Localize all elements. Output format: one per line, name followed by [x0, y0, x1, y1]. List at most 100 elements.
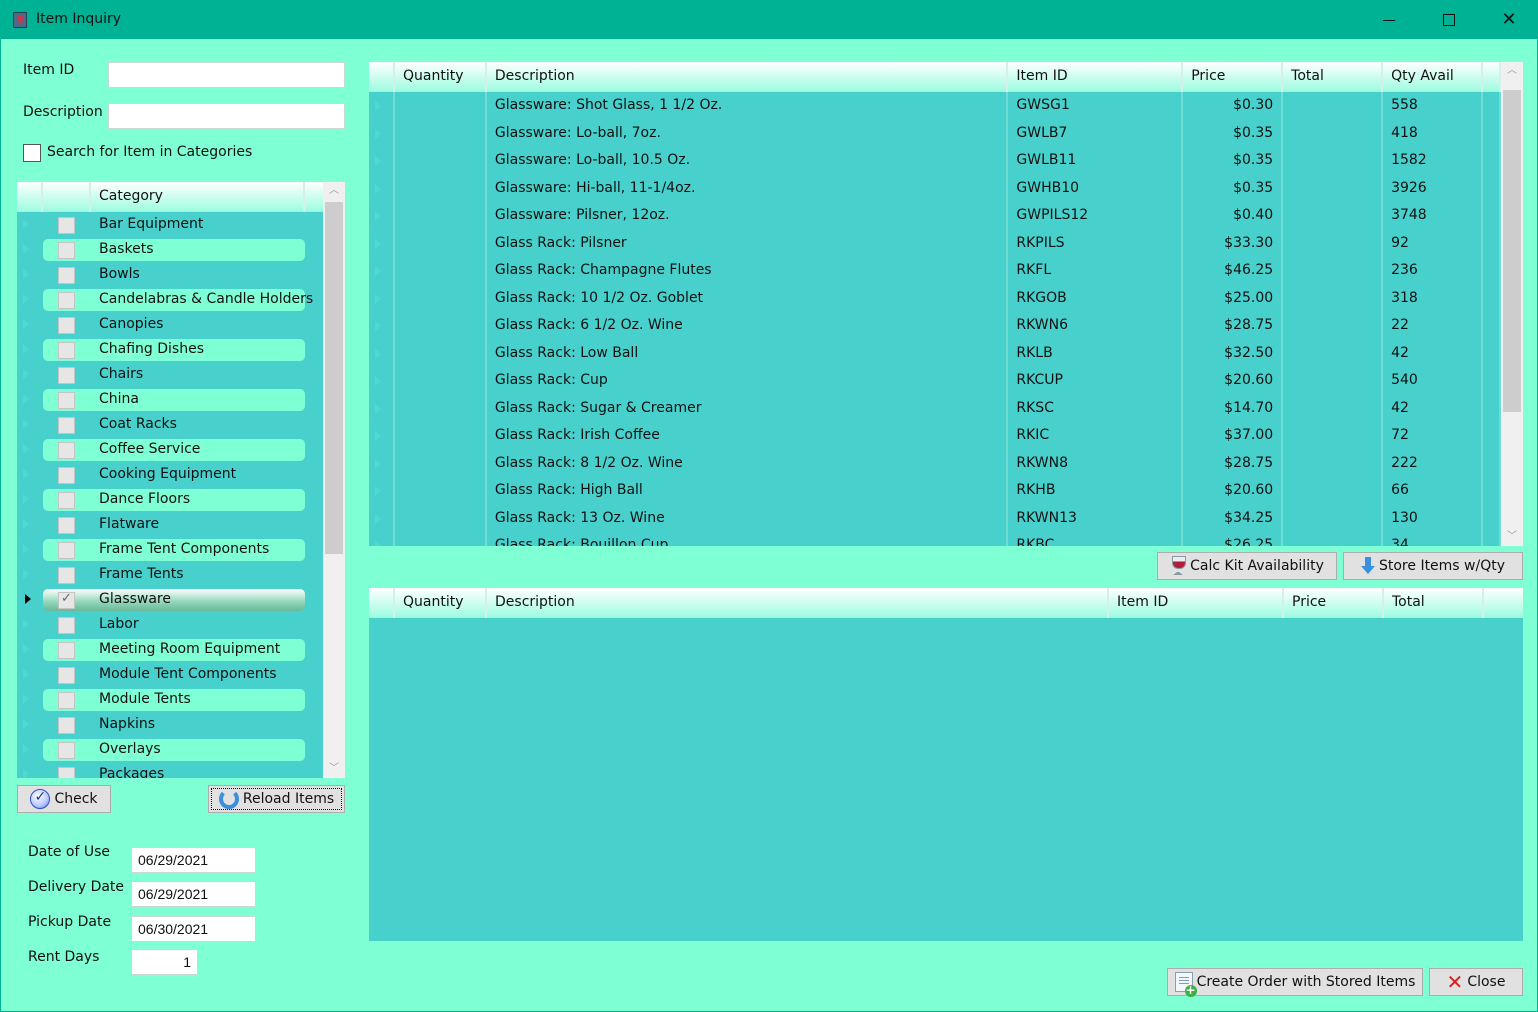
category-checkbox[interactable]	[58, 492, 75, 509]
calc-kit-availability-button[interactable]: Calc Kit Availability	[1157, 552, 1337, 580]
qty-avail-column-header[interactable]: Qty Avail	[1383, 62, 1483, 92]
category-checkbox[interactable]	[58, 292, 75, 309]
category-checkbox[interactable]	[58, 617, 75, 634]
quantity-cell[interactable]	[395, 422, 487, 450]
create-order-button[interactable]: Create Order with Stored Items	[1167, 968, 1423, 997]
quantity-cell[interactable]	[395, 312, 487, 340]
category-scrollbar[interactable]: ︿ ﹀	[323, 182, 345, 778]
category-checkbox[interactable]	[58, 342, 75, 359]
category-row[interactable]: Frame Tent Components	[17, 538, 323, 563]
category-checkbox[interactable]	[58, 217, 75, 234]
category-row[interactable]: Coat Racks	[17, 413, 323, 438]
window-close-button[interactable]: ✕	[1479, 1, 1538, 39]
item-row[interactable]: Glassware: Lo-ball, 7oz. GWLB7 $0.35 418	[369, 119, 1501, 147]
price-column-header[interactable]: Price	[1183, 62, 1284, 92]
quantity-column-header[interactable]: Quantity	[395, 62, 487, 92]
category-row[interactable]: Bowls	[17, 263, 323, 288]
item-row[interactable]: Glassware: Lo-ball, 10.5 Oz. GWLB11 $0.35 1…	[369, 147, 1501, 175]
category-checkbox[interactable]	[58, 392, 75, 409]
total-column-header[interactable]: Total	[1283, 62, 1384, 92]
category-checkbox[interactable]	[58, 642, 75, 659]
category-checkbox[interactable]	[58, 517, 75, 534]
category-checkbox[interactable]	[58, 367, 75, 384]
item-row[interactable]: Glass Rack: Champagne Flutes RKFL $46.25 23…	[369, 257, 1501, 285]
description-column-header[interactable]: Description	[487, 62, 1009, 92]
item-id-input[interactable]	[108, 62, 345, 88]
category-checkbox[interactable]	[58, 742, 75, 759]
category-row[interactable]: Cooking Equipment	[17, 463, 323, 488]
item-row[interactable]: Glass Rack: 10 1/2 Oz. Goblet RKGOB $25.00…	[369, 284, 1501, 312]
quantity-cell[interactable]	[395, 284, 487, 312]
maximize-button[interactable]	[1419, 1, 1479, 39]
items-scrollbar[interactable]: ︿ ﹀	[1501, 62, 1523, 546]
quantity-cell[interactable]	[395, 257, 487, 285]
reload-items-button[interactable]: Reload Items	[208, 785, 345, 813]
category-row[interactable]: Candelabras & Candle Holders	[17, 288, 323, 313]
category-checkbox[interactable]	[58, 417, 75, 434]
item-row[interactable]: Glassware: Hi-ball, 11-1/4oz. GWHB10 $0.35…	[369, 174, 1501, 202]
item-row[interactable]: Glass Rack: High Ball RKHB $20.60 66	[369, 477, 1501, 505]
category-checkbox[interactable]	[58, 767, 75, 778]
category-row[interactable]: Bar Equipment	[17, 213, 323, 238]
price-column-header[interactable]: Price	[1284, 588, 1384, 618]
quantity-cell[interactable]	[395, 367, 487, 395]
item-row[interactable]: Glass Rack: 6 1/2 Oz. Wine RKWN6 $28.75 22	[369, 312, 1501, 340]
category-column-header[interactable]: Category	[91, 182, 305, 212]
category-row[interactable]: Canopies	[17, 313, 323, 338]
category-row[interactable]: China	[17, 388, 323, 413]
item-row[interactable]: Glass Rack: 13 Oz. Wine RKWN13 $34.25 130	[369, 504, 1501, 532]
item-row[interactable]: Glass Rack: Cup RKCUP $20.60 540	[369, 367, 1501, 395]
scroll-up-icon[interactable]: ︿	[1501, 62, 1523, 80]
category-checkbox[interactable]	[58, 267, 75, 284]
scroll-thumb[interactable]	[325, 202, 343, 554]
quantity-cell[interactable]	[395, 119, 487, 147]
item-row[interactable]: Glassware: Pilsner, 12oz. GWPILS12 $0.40 37…	[369, 202, 1501, 230]
description-column-header[interactable]: Description	[487, 588, 1109, 618]
store-items-button[interactable]: Store Items w/Qty	[1343, 552, 1523, 580]
category-checkbox[interactable]	[58, 242, 75, 259]
category-checkbox[interactable]	[58, 591, 75, 609]
category-row[interactable]: Meeting Room Equipment	[17, 638, 323, 663]
minimize-button[interactable]	[1359, 1, 1419, 39]
item-id-column-header[interactable]: Item ID	[1109, 588, 1284, 618]
quantity-cell[interactable]	[395, 477, 487, 505]
category-row[interactable]: Packages	[17, 763, 323, 778]
description-input[interactable]	[108, 103, 345, 129]
category-row[interactable]: Frame Tents	[17, 563, 323, 588]
pickup-date-input[interactable]	[131, 916, 256, 942]
quantity-cell[interactable]	[395, 394, 487, 422]
quantity-cell[interactable]	[395, 339, 487, 367]
category-checkbox[interactable]	[58, 542, 75, 559]
quantity-cell[interactable]	[395, 147, 487, 175]
category-row[interactable]: Module Tents	[17, 688, 323, 713]
scroll-down-icon[interactable]: ﹀	[1501, 528, 1523, 546]
category-row[interactable]: Labor	[17, 613, 323, 638]
quantity-cell[interactable]	[395, 202, 487, 230]
category-checkbox[interactable]	[58, 717, 75, 734]
date-of-use-input[interactable]	[131, 847, 256, 873]
total-column-header[interactable]: Total	[1384, 588, 1484, 618]
scroll-up-icon[interactable]: ︿	[323, 182, 345, 200]
check-button[interactable]: Check	[17, 785, 111, 813]
scroll-thumb[interactable]	[1503, 90, 1521, 412]
category-checkbox[interactable]	[58, 567, 75, 584]
quantity-cell[interactable]	[395, 449, 487, 477]
item-row[interactable]: Glass Rack: Pilsner RKPILS $33.30 92	[369, 229, 1501, 257]
item-row[interactable]: Glass Rack: Bouillon Cup RKBC $26.25 34	[369, 532, 1501, 546]
category-row[interactable]: Coffee Service	[17, 438, 323, 463]
item-row[interactable]: Glass Rack: Low Ball RKLB $32.50 42	[369, 339, 1501, 367]
category-checkbox[interactable]	[58, 467, 75, 484]
category-row[interactable]: Chairs	[17, 363, 323, 388]
category-row[interactable]: Overlays	[17, 738, 323, 763]
item-row[interactable]: Glassware: Shot Glass, 1 1/2 Oz. GWSG1 $0.…	[369, 92, 1501, 120]
check-column-header[interactable]	[43, 182, 91, 212]
category-row[interactable]: Baskets	[17, 238, 323, 263]
quantity-cell[interactable]	[395, 174, 487, 202]
delivery-date-input[interactable]	[131, 881, 256, 907]
close-button[interactable]: ✕ Close	[1429, 968, 1523, 996]
quantity-cell[interactable]	[395, 532, 487, 546]
category-checkbox[interactable]	[58, 442, 75, 459]
item-row[interactable]: Glass Rack: Irish Coffee RKIC $37.00 72	[369, 422, 1501, 450]
quantity-cell[interactable]	[395, 504, 487, 532]
item-row[interactable]: Glass Rack: 8 1/2 Oz. Wine RKWN8 $28.75 222	[369, 449, 1501, 477]
